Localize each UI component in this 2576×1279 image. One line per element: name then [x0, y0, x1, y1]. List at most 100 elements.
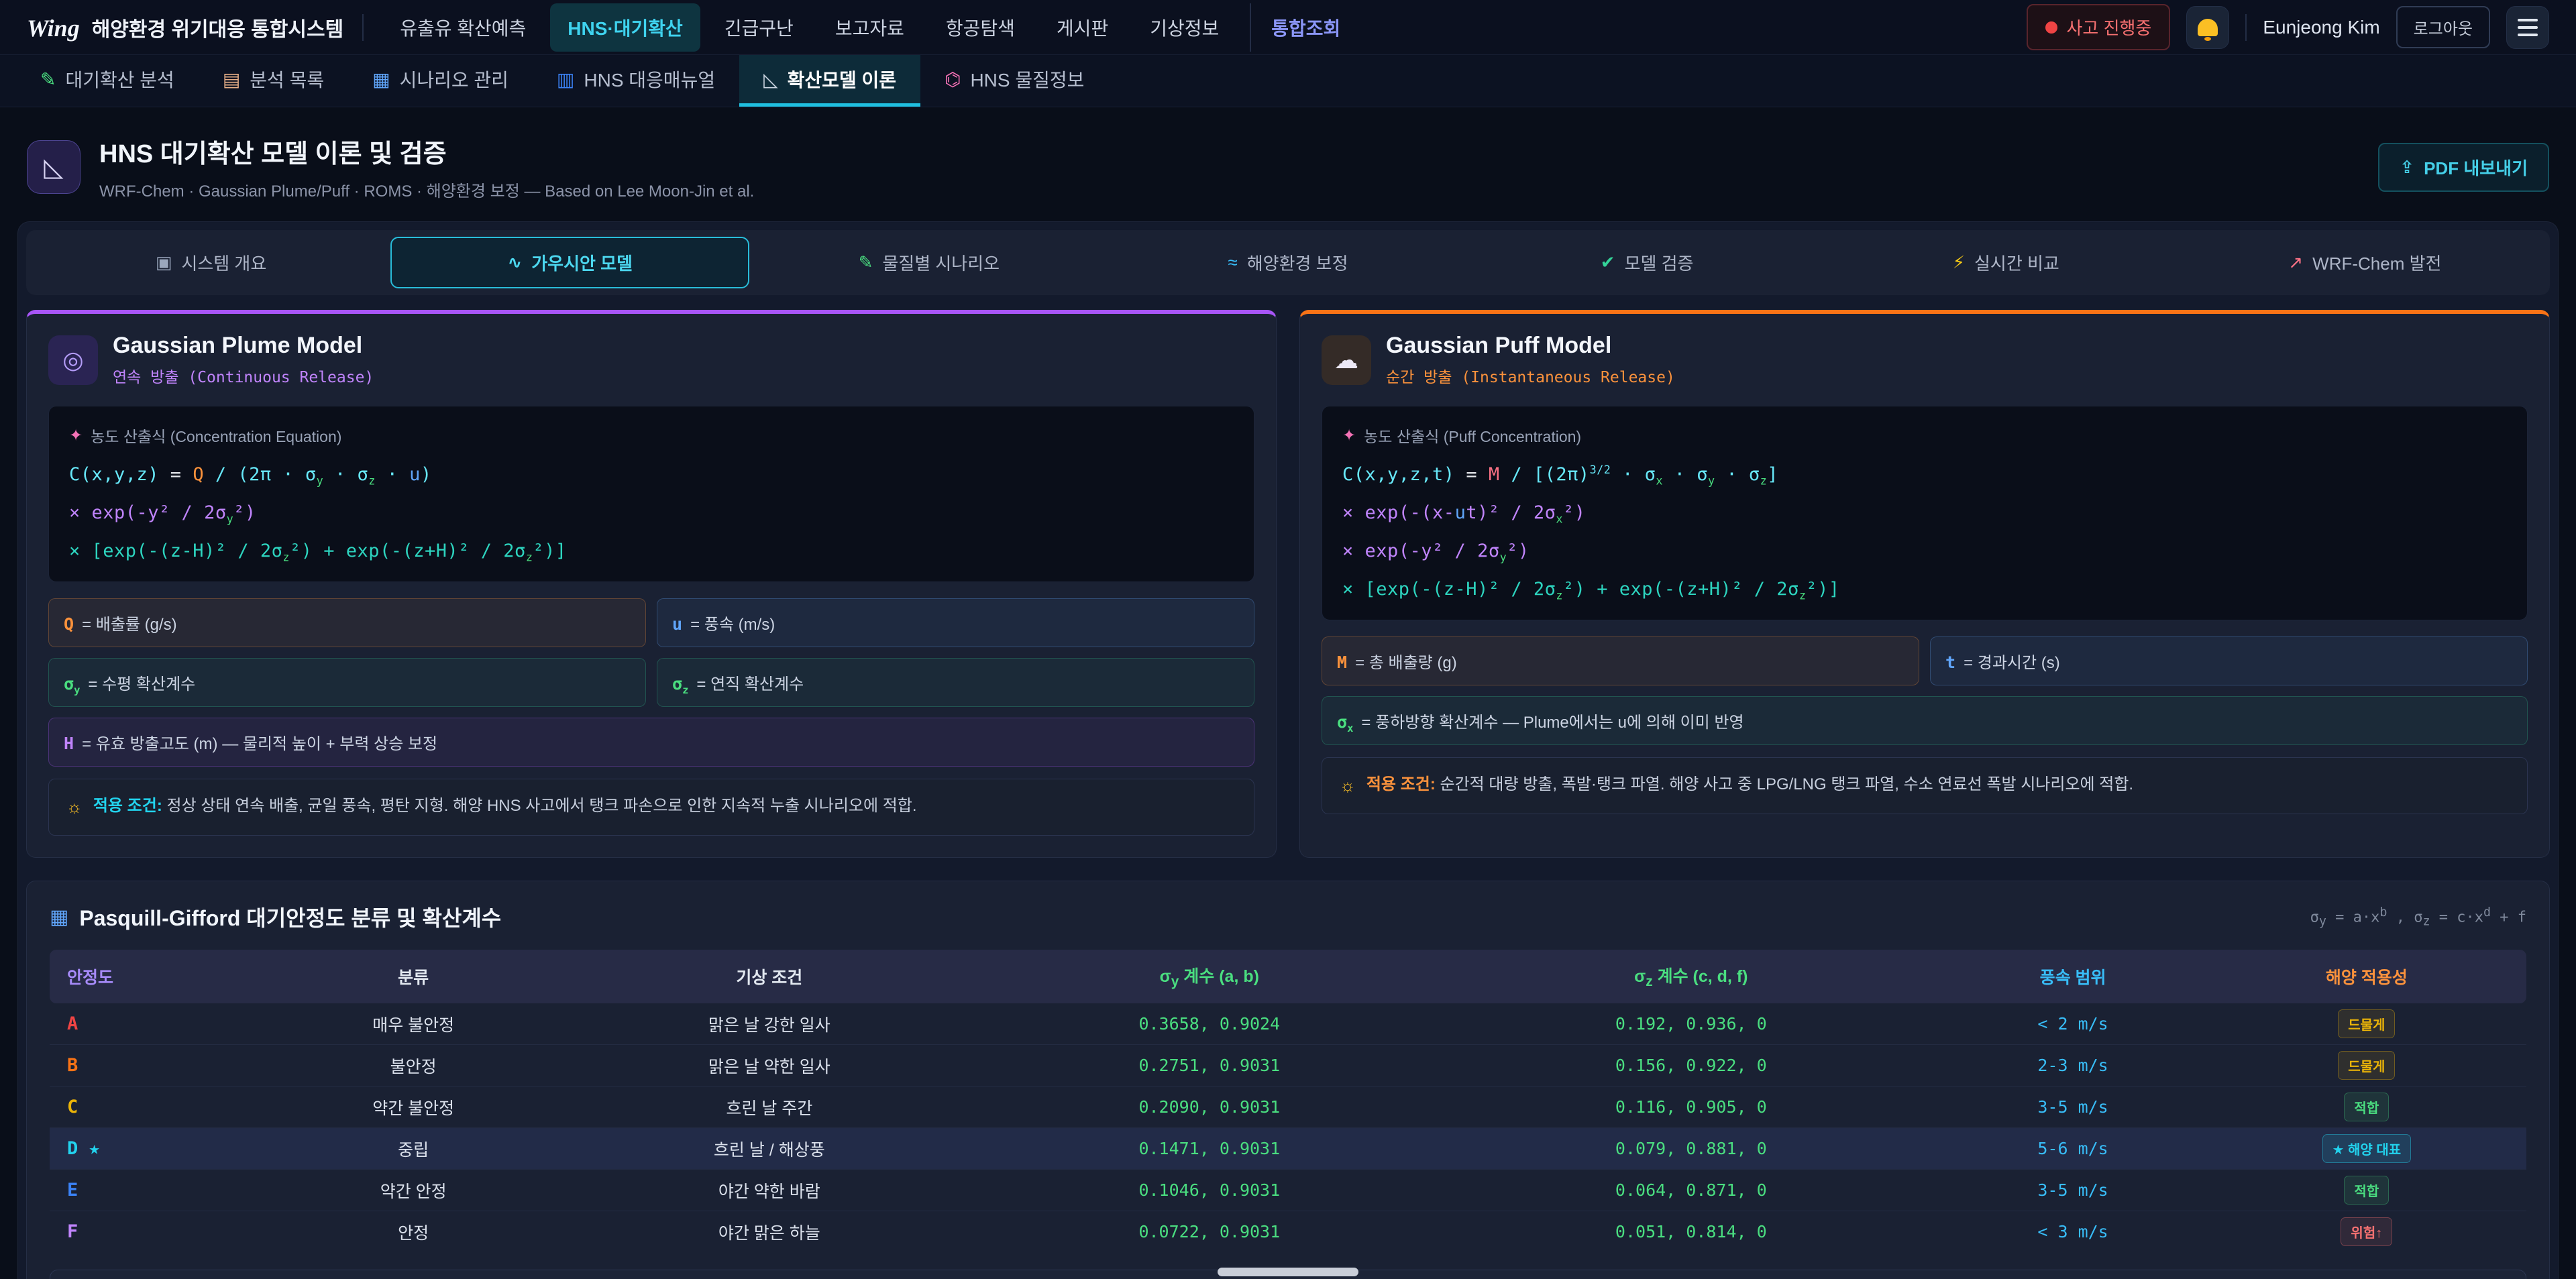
parameter-desc: = 수평 확산계수 — [88, 675, 195, 693]
applicability-cell: 드물게 — [2207, 1045, 2526, 1087]
parameter-symbol: σx — [1337, 712, 1353, 732]
table-column-header: 기상 조건 — [563, 950, 975, 1003]
table-column-header: σy 계수 (a, b) — [975, 950, 1443, 1003]
bar-chart-icon: ▦ — [372, 68, 390, 91]
wind-cell: 3-5 m/s — [1939, 1170, 2206, 1211]
topnav-item[interactable]: 항공탐색 — [928, 3, 1032, 52]
grade-cell: A — [50, 1003, 264, 1045]
equation-line: C(x,y,z,t) = M / [(2π)3/2 · σx · σy · σz… — [1342, 464, 2507, 485]
page-header: ◺ HNS 대기확산 모델 이론 및 검증 WRF-Chem · Gaussia… — [0, 107, 2576, 221]
subnav-item[interactable]: ▤분석 목록 — [199, 55, 348, 107]
applicability-badge: 적합 — [2344, 1176, 2389, 1205]
wave-icon: ≈ — [1228, 252, 1237, 273]
grade-cell: C — [50, 1087, 264, 1128]
tab-item[interactable]: ✎물질별 시나리오 — [749, 237, 1108, 288]
tab-label: 물질별 시나리오 — [882, 250, 1000, 275]
brand-logo: Wing — [27, 14, 80, 42]
tab-label: 가우시안 모델 — [531, 250, 633, 275]
notifications-button[interactable] — [2186, 6, 2229, 49]
grade-cell: B — [50, 1045, 264, 1087]
plume-equation-label: 농도 산출식 (Concentration Equation) — [91, 424, 341, 447]
tab-item[interactable]: ↗WRF-Chem 발전 — [2186, 237, 2544, 288]
lightning-icon: ⚡ — [1953, 252, 1965, 273]
rocket-icon: ↗ — [2288, 252, 2303, 273]
subnav-item[interactable]: ▥ HNS 대응매뉴얼 — [533, 55, 739, 107]
topnav-item[interactable]: 통합조회 — [1250, 3, 1358, 52]
tab-item[interactable]: ▣시스템 개요 — [32, 237, 390, 288]
stability-table: 안정도분류기상 조건σy 계수 (a, b)σz 계수 (c, d, f)풍속 … — [50, 950, 2526, 1252]
subnav-item[interactable]: ▦시나리오 관리 — [348, 55, 533, 107]
stability-row-A: A매우 불안정맑은 날 강한 일사0.3658, 0.90240.192, 0.… — [50, 1003, 2526, 1045]
hamburger-icon — [2518, 19, 2538, 36]
weather-cell: 흐린 날 / 해상풍 — [563, 1128, 975, 1170]
logout-button[interactable]: 로그아웃 — [2396, 6, 2490, 48]
class-cell: 안정 — [264, 1211, 563, 1253]
topnav-item[interactable]: 게시판 — [1039, 3, 1126, 52]
note-text: 순간적 대량 방출, 폭발·탱크 파열. 해양 사고 중 LPG/LNG 탱크 … — [1440, 775, 2134, 793]
content-panel: ▣시스템 개요∿가우시안 모델✎물질별 시나리오≈해양환경 보정 ✔ 모델 검증 ⚡실… — [17, 221, 2559, 1279]
topnav-right: 사고 진행중 Eunjeong Kim 로그아웃 — [2027, 4, 2550, 50]
sigma-y-cell: 0.1471, 0.9031 — [975, 1128, 1443, 1170]
user-name: Eunjeong Kim — [2263, 17, 2379, 38]
equation-line: × exp(-y² / 2σy²) — [1342, 541, 2507, 561]
export-icon: ⇪ — [2400, 157, 2414, 178]
sigma-y-cell: 0.2751, 0.9031 — [975, 1045, 1443, 1087]
topnav-item[interactable]: 긴급구난 — [707, 3, 811, 52]
puff-equations: C(x,y,z,t) = M / [(2π)3/2 · σx · σy · σz… — [1342, 464, 2507, 600]
page-subtitle: WRF-Chem · Gaussian Plume/Puff · ROMS · … — [99, 178, 754, 201]
parameter-desc: = 경과시간 (s) — [1964, 654, 2060, 672]
bottom-gesture-bar — [1218, 1268, 1358, 1276]
export-label: PDF 내보내기 — [2424, 155, 2528, 180]
note-label: 적용 조건: — [1366, 775, 1436, 793]
table-column-header: σz 계수 (c, d, f) — [1443, 950, 1939, 1003]
brand: Wing 해양환경 위기대응 통합시스템 — [27, 13, 343, 42]
parameter-symbol: σz — [672, 674, 688, 693]
tab-label: 모델 검증 — [1625, 250, 1694, 275]
check-icon: ✔ — [1601, 252, 1615, 273]
class-cell: 매우 불안정 — [264, 1003, 563, 1045]
subnav-item[interactable]: ◺확산모델 이론 — [739, 55, 920, 107]
puff-cloud-icon: ☁ — [1322, 335, 1371, 385]
applicability-cell: ★ 해양 대표 — [2207, 1128, 2526, 1170]
book-icon: ▥ — [557, 68, 574, 91]
equation-line: × exp(-(x-ut)² / 2σx²) — [1342, 502, 2507, 523]
parameter-chip: M= 총 배출량 (g) — [1322, 636, 1919, 685]
topnav-item[interactable]: 유출유 확산예측 — [382, 3, 543, 52]
class-cell: 약간 불안정 — [264, 1087, 563, 1128]
menu-button[interactable] — [2506, 6, 2549, 49]
parameter-symbol: u — [672, 614, 682, 634]
grade-cell: F — [50, 1211, 264, 1253]
parameter-symbol: M — [1337, 653, 1347, 672]
puff-equation-block: ✦ 농도 산출식 (Puff Concentration) C(x,y,z,t)… — [1322, 406, 2528, 620]
parameter-chip: u= 풍속 (m/s) — [657, 598, 1254, 647]
plume-panel-header: ◎ Gaussian Plume Model 연속 방출 (Continuous… — [48, 333, 1254, 387]
section-tabs: ▣시스템 개요∿가우시안 모델✎물질별 시나리오≈해양환경 보정 ✔ 모델 검증 ⚡실… — [26, 230, 2550, 295]
pdf-export-button[interactable]: ⇪ PDF 내보내기 — [2378, 143, 2549, 192]
applicability-cell: 적합 — [2207, 1087, 2526, 1128]
table-column-header: 풍속 범위 — [1939, 950, 2206, 1003]
tab-active[interactable]: ∿가우시안 모델 — [390, 237, 749, 288]
class-cell: 중립 — [264, 1128, 563, 1170]
top-navigation: Wing 해양환경 위기대응 통합시스템 유출유 확산예측HNS·대기확산긴급구… — [0, 0, 2576, 55]
subnav-item-label: HNS 대응매뉴얼 — [584, 66, 715, 93]
parameter-symbol: Q — [64, 614, 74, 634]
tab-item[interactable]: ✔ 모델 검증 — [1468, 237, 1827, 288]
stability-row-E: E약간 안정야간 약한 바람0.1046, 0.90310.064, 0.871… — [50, 1170, 2526, 1211]
pasquill-gifford-card: ▦ Pasquill-Gifford 대기안정도 분류 및 확산계수 σy = … — [26, 881, 2550, 1279]
note-label: 적용 조건: — [93, 797, 162, 815]
topnav-item[interactable]: HNS·대기확산 — [550, 3, 700, 52]
topnav-item[interactable]: 기상정보 — [1132, 3, 1236, 52]
class-cell: 약간 안정 — [264, 1170, 563, 1211]
tab-item[interactable]: ≈해양환경 보정 — [1108, 237, 1467, 288]
topnav-item[interactable]: 보고자료 — [818, 3, 922, 52]
parameter-desc: = 연직 확산계수 — [696, 675, 804, 693]
parameter-chip: Q= 배출률 (g/s) — [48, 598, 646, 647]
tab-item[interactable]: ⚡실시간 비교 — [1827, 237, 2186, 288]
pen-icon: ✎ — [40, 68, 56, 91]
model-panels: ◎ Gaussian Plume Model 연속 방출 (Continuous… — [26, 310, 2550, 858]
parameter-chip: H= 유효 방출고도 (m) — 물리적 높이 + 부력 상승 보정 — [48, 718, 1254, 767]
equation-line: × exp(-y² / 2σy²) — [69, 502, 1234, 523]
subnav-item[interactable]: ✎대기확산 분석 — [16, 55, 199, 107]
wind-cell: < 2 m/s — [1939, 1003, 2206, 1045]
subnav-item[interactable]: ⌬HNS 물질정보 — [920, 55, 1108, 107]
